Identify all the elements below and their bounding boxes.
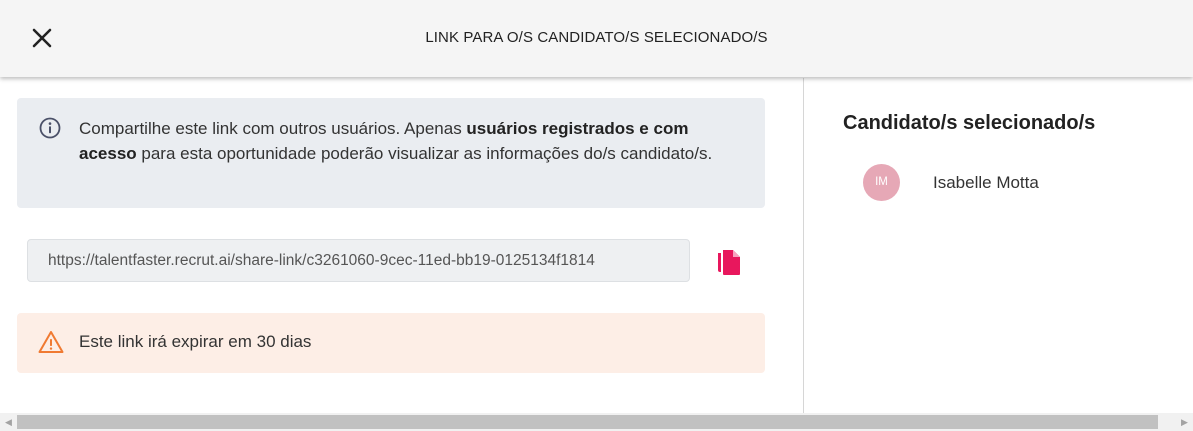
modal-title: LINK PARA O/S CANDIDATO/S SELECIONADO/S [425, 29, 768, 46]
candidate-item[interactable]: IM Isabelle Motta [863, 164, 1163, 202]
modal-header: LINK PARA O/S CANDIDATO/S SELECIONADO/S [0, 0, 1193, 77]
avatar: IM [863, 164, 900, 201]
horizontal-scrollbar[interactable]: ◀ ▶ [0, 413, 1193, 431]
info-message: Compartilhe este link com outros usuário… [17, 98, 765, 208]
copy-icon [718, 250, 740, 275]
expiration-warning: Este link irá expirar em 30 dias [17, 313, 765, 373]
scroll-left-icon[interactable]: ◀ [0, 413, 17, 431]
info-text-part-1: Compartilhe este link com outros usuário… [79, 119, 467, 138]
warning-icon [38, 331, 64, 353]
warning-text: Este link irá expirar em 30 dias [79, 332, 312, 351]
selected-candidates-title: Candidato/s selecionado/s [843, 112, 1096, 134]
info-icon [39, 117, 61, 139]
scroll-right-icon[interactable]: ▶ [1176, 413, 1193, 431]
share-link-field[interactable]: https://talentfaster.recrut.ai/share-lin… [27, 239, 690, 282]
candidate-name: Isabelle Motta [933, 173, 1039, 192]
selected-candidates-panel: Candidato/s selecionado/s IM Isabelle Mo… [804, 78, 1193, 413]
share-link-panel: Compartilhe este link com outros usuário… [0, 78, 803, 413]
copy-link-button[interactable] [714, 247, 744, 277]
info-text: Compartilhe este link com outros usuário… [79, 116, 739, 166]
scrollbar-thumb[interactable] [17, 415, 1158, 429]
info-text-part-2: para esta oportunidade poderão visualiza… [136, 144, 713, 163]
